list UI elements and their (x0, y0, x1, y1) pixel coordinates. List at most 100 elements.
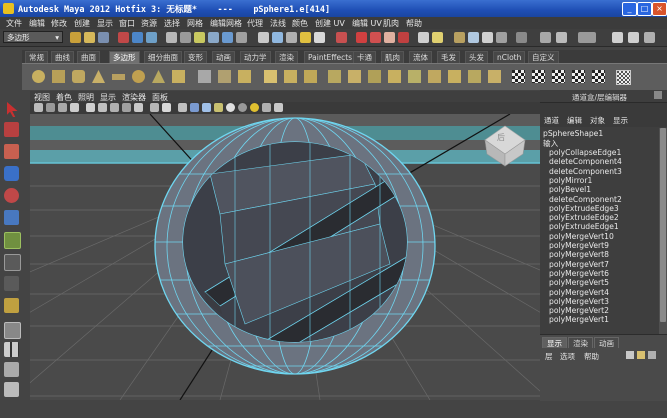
poly-prism-icon[interactable] (172, 70, 185, 83)
panel-close-icon[interactable] (654, 91, 662, 99)
history-node[interactable]: polyMergeVert7 (549, 260, 609, 269)
single-view-icon[interactable] (4, 322, 21, 339)
film-gate-icon[interactable] (98, 103, 107, 112)
select-tool-icon[interactable] (7, 102, 18, 117)
layer-tab-anim[interactable]: 动画 (594, 337, 619, 348)
split-polygon-icon[interactable] (408, 70, 421, 83)
xray-icon[interactable] (274, 103, 283, 112)
soft-mod-icon[interactable] (4, 254, 21, 271)
paint-select-icon[interactable] (4, 144, 19, 159)
menu-color[interactable]: 颜色 (292, 18, 308, 29)
history-node[interactable]: polyMergeVert6 (549, 269, 609, 278)
history-node[interactable]: polyCollapseEdge1 (549, 148, 621, 157)
new-scene-icon[interactable] (70, 32, 81, 43)
tab-animation[interactable]: 动画 (212, 51, 235, 63)
poly-sphere-icon[interactable] (32, 70, 45, 83)
scale-tool-icon[interactable] (4, 210, 19, 225)
scrollbar-thumb[interactable] (660, 128, 666, 322)
four-view-icon[interactable] (4, 342, 19, 357)
cb-menu-show[interactable]: 显示 (613, 115, 628, 126)
sidebar-toggle-icon[interactable] (432, 32, 443, 43)
menu-muscle[interactable]: 肌肉 (383, 18, 399, 29)
tab-curves[interactable]: 曲线 (51, 51, 74, 63)
camera-attr-icon[interactable] (46, 103, 55, 112)
layer-tab-display[interactable]: 显示 (542, 337, 567, 348)
history-icon[interactable] (336, 32, 347, 43)
menu-window[interactable]: 窗口 (119, 18, 135, 29)
open-scene-icon[interactable] (84, 32, 95, 43)
menu-edit-uv[interactable]: 编辑 UV (352, 18, 382, 29)
manipulator-icon[interactable] (4, 232, 21, 249)
uv-editor-icon[interactable] (592, 70, 605, 83)
maximize-button[interactable]: □ (637, 2, 652, 16)
menu-edit-mesh[interactable]: 编辑网格 (210, 18, 242, 29)
resolution-gate-icon[interactable] (110, 103, 119, 112)
menu-normals[interactable]: 法线 (270, 18, 286, 29)
maya-app-icon[interactable] (3, 3, 14, 14)
poly-torus-icon[interactable] (132, 70, 145, 83)
history-node[interactable]: polyMirror1 (549, 176, 592, 185)
ipr-render-icon[interactable] (370, 32, 381, 43)
snap-view-plane-icon[interactable] (300, 32, 311, 43)
snap-curve-icon[interactable] (272, 32, 283, 43)
edge-mask-icon[interactable] (180, 32, 191, 43)
render-settings-icon[interactable] (384, 32, 395, 43)
merge-icon[interactable] (488, 70, 501, 83)
poly-plane-icon[interactable] (112, 74, 125, 80)
poly-pyramid-icon[interactable] (152, 70, 165, 83)
uv-texture-icon[interactable] (616, 70, 631, 85)
tab-general[interactable]: 常规 (25, 51, 48, 63)
viewport-scene[interactable] (30, 114, 540, 400)
lock-selection-icon[interactable] (236, 32, 247, 43)
face-mask-icon[interactable] (194, 32, 205, 43)
separate-icon[interactable] (218, 70, 231, 83)
extrude-icon[interactable] (348, 70, 361, 83)
tab-subdivs[interactable]: 细分曲面 (144, 51, 182, 63)
save-scene-icon[interactable] (98, 32, 109, 43)
select-object-icon[interactable] (132, 32, 143, 43)
shadows-icon[interactable] (238, 103, 247, 112)
rotate-tool-icon[interactable] (4, 188, 19, 203)
layer-menu-help[interactable]: 帮助 (584, 351, 599, 362)
menu-modify[interactable]: 修改 (51, 18, 67, 29)
last-tool-icon[interactable] (4, 276, 19, 291)
tab-hair[interactable]: 头发 (465, 51, 488, 63)
make-live-icon[interactable] (314, 32, 325, 43)
menu-file[interactable]: 文件 (6, 18, 22, 29)
history-node[interactable]: polyMergeVert2 (549, 306, 609, 315)
boolean-intersection-icon[interactable] (304, 70, 317, 83)
xyz-icon[interactable] (540, 32, 551, 43)
menu-set-dropdown[interactable]: 多边形 ▾ (3, 31, 63, 43)
mask-icon[interactable] (222, 32, 233, 43)
insert-edge-loop-icon[interactable] (428, 70, 441, 83)
bevel-icon[interactable] (468, 70, 481, 83)
smooth-shade-icon[interactable] (190, 103, 199, 112)
gate-mask-icon[interactable] (122, 103, 131, 112)
tab-toon[interactable]: 卡通 (353, 51, 376, 63)
tab-custom[interactable]: 自定义 (528, 51, 559, 63)
relative-icon[interactable] (556, 32, 567, 43)
textured-icon[interactable] (214, 103, 223, 112)
layer-options-icon[interactable] (648, 351, 656, 359)
menu-display[interactable]: 显示 (97, 18, 113, 29)
minimize-button[interactable]: _ (622, 2, 637, 16)
history-node[interactable]: deleteComponent2 (549, 195, 622, 204)
tab-surfaces[interactable]: 曲面 (77, 51, 100, 63)
tab-painteffects[interactable]: PaintEffects (304, 51, 357, 63)
menu-edit[interactable]: 编辑 (29, 18, 45, 29)
move-tool-icon[interactable] (4, 166, 19, 181)
vertex-mask-icon[interactable] (166, 32, 177, 43)
search-icon[interactable] (612, 32, 623, 43)
cylindrical-uv-icon[interactable] (532, 70, 545, 83)
select-hierarchy-icon[interactable] (118, 32, 129, 43)
use-all-lights-icon[interactable] (226, 103, 235, 112)
menu-assets[interactable]: 资源 (141, 18, 157, 29)
tab-ncloth[interactable]: nCloth (493, 51, 526, 63)
poly-cylinder-icon[interactable] (72, 70, 85, 83)
boolean-difference-icon[interactable] (284, 70, 297, 83)
history-node[interactable]: polyExtrudeEdge2 (549, 213, 619, 222)
history-node[interactable]: polyMergeVert5 (549, 278, 609, 287)
tab-fur[interactable]: 毛发 (437, 51, 460, 63)
history-node[interactable]: polyMergeVert8 (549, 250, 609, 259)
layer-menu-options[interactable]: 选项 (560, 351, 575, 362)
